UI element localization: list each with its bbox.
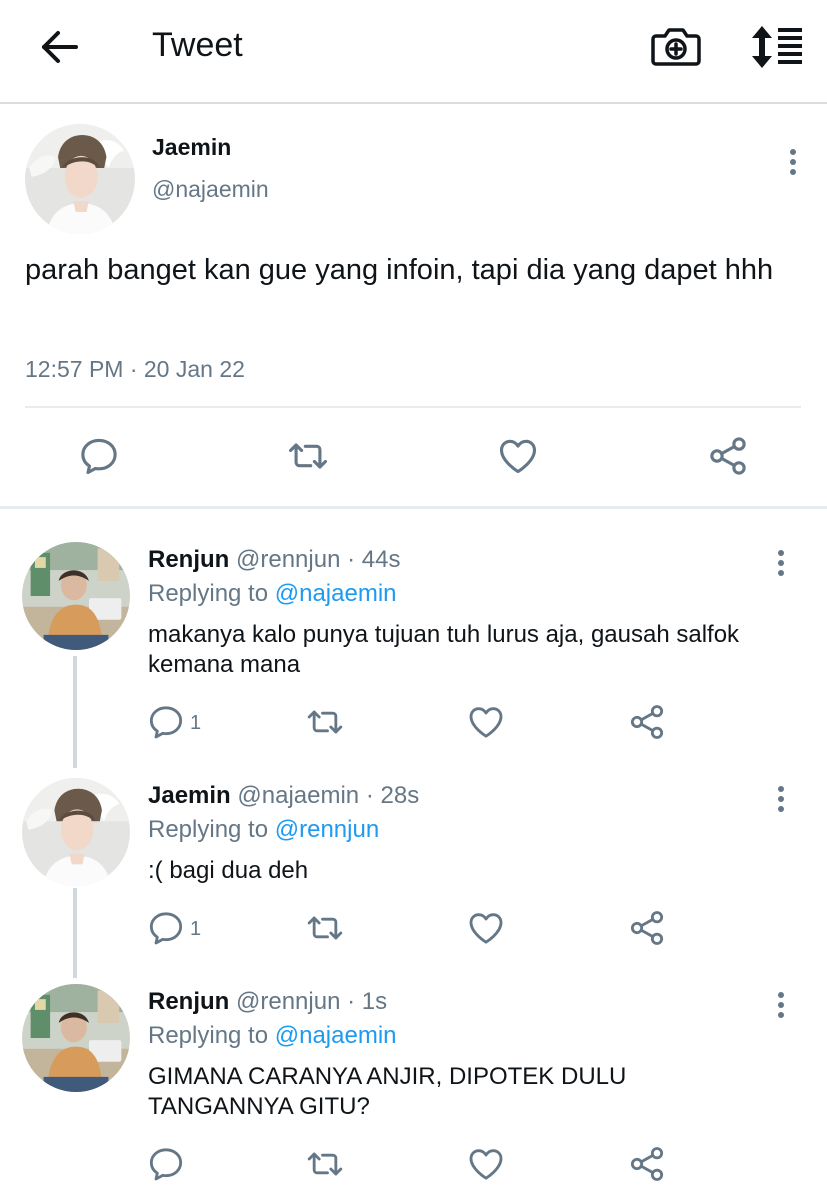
retweet-icon [305, 908, 345, 948]
divider [25, 406, 801, 408]
more-vertical-icon [768, 142, 798, 182]
share-button[interactable] [627, 702, 667, 742]
like-icon [466, 1144, 506, 1184]
author-name[interactable]: Renjun [148, 988, 229, 1015]
share-icon [627, 908, 667, 948]
retweet-button[interactable] [305, 908, 345, 948]
section-divider [0, 506, 827, 509]
author-handle[interactable]: @najaemin [237, 782, 359, 809]
like-icon [496, 434, 540, 478]
profile-photo [22, 984, 130, 1092]
like-icon [466, 908, 506, 948]
tweet-text: parah banget kan gue yang infoin, tapi d… [25, 254, 774, 286]
reply-button[interactable] [77, 434, 121, 478]
reply-header: Jaemin @najaemin · 28s [148, 782, 419, 810]
page-title: Tweet [152, 26, 243, 64]
more-vertical-icon [756, 988, 786, 1022]
reply-button[interactable] [146, 908, 186, 948]
reply-text: :( bagi dua deh [148, 857, 309, 884]
like-button[interactable] [466, 702, 506, 742]
more-options-button[interactable] [768, 142, 798, 182]
share-button[interactable] [627, 1144, 667, 1184]
like-button[interactable] [496, 434, 540, 478]
avatar[interactable] [22, 984, 130, 1092]
profile-photo [22, 542, 130, 650]
like-button[interactable] [466, 908, 506, 948]
mention-link[interactable]: @najaemin [275, 1022, 397, 1049]
like-button[interactable] [466, 1144, 506, 1184]
reply-time: 1s [361, 988, 388, 1015]
reply-tweet[interactable]: Jaemin @najaemin · 28s Replying to @renn… [0, 778, 827, 978]
reply-button[interactable] [146, 1144, 186, 1184]
avatar[interactable] [22, 542, 130, 650]
replying-label: Replying to [148, 580, 269, 607]
share-button[interactable] [706, 434, 750, 478]
reply-icon [146, 702, 186, 742]
reply-tweet[interactable]: Renjun @rennjun · 1s Replying to @najaem… [0, 984, 827, 1200]
reply-count: 1 [190, 918, 202, 940]
retweet-button[interactable] [305, 702, 345, 742]
top-bar: Tweet [0, 0, 827, 104]
author-name[interactable]: Jaemin [152, 134, 231, 161]
reply-icon [146, 908, 186, 948]
share-icon [706, 434, 750, 478]
reply-icon [77, 434, 121, 478]
retweet-button[interactable] [286, 434, 330, 478]
more-options-button[interactable] [756, 782, 786, 822]
author-handle[interactable]: @rennjun [236, 546, 340, 573]
retweet-icon [286, 434, 330, 478]
replying-label: Replying to [148, 1022, 269, 1049]
reply-header: Renjun @rennjun · 1s [148, 988, 387, 1016]
main-tweet: Jaemin @najaemin parah banget kan gue ya… [0, 106, 827, 506]
reply-text: GIMANA CARANYA ANJIR, DIPOTEK DULU TANGA… [148, 1063, 627, 1120]
dot-separator: · [347, 988, 356, 1015]
profile-photo [22, 778, 130, 886]
reply-text: makanya kalo punya tujuan tuh lurus aja,… [148, 621, 740, 678]
more-vertical-icon [756, 782, 786, 816]
author-handle[interactable]: @najaemin [152, 176, 269, 203]
share-icon [627, 702, 667, 742]
replying-to: Replying to @rennjun [148, 816, 379, 844]
mention-link[interactable]: @rennjun [275, 816, 379, 843]
reply-time: 44s [361, 546, 401, 573]
avatar[interactable] [25, 124, 135, 234]
dot-separator: · [365, 782, 374, 809]
replying-to: Replying to @najaemin [148, 580, 397, 608]
reply-header: Renjun @rennjun · 44s [148, 546, 400, 574]
like-icon [466, 702, 506, 742]
retweet-icon [305, 702, 345, 742]
more-options-button[interactable] [756, 988, 786, 1028]
sort-button[interactable] [748, 22, 806, 72]
more-vertical-icon [756, 546, 786, 580]
author-handle[interactable]: @rennjun [236, 988, 340, 1015]
arrow-left-icon [42, 31, 78, 63]
author-name[interactable]: Jaemin [148, 782, 231, 809]
reply-icon [146, 1144, 186, 1184]
sort-lines-icon [752, 26, 802, 68]
tweet-timestamp[interactable]: 12:57 PM · 20 Jan 22 [25, 356, 245, 383]
camera-button[interactable] [648, 22, 704, 72]
reply-count: 1 [190, 712, 202, 734]
mention-link[interactable]: @najaemin [275, 580, 397, 607]
camera-plus-icon [651, 28, 701, 66]
reply-time: 28s [380, 782, 420, 809]
reply-button[interactable] [146, 702, 186, 742]
replying-to: Replying to @najaemin [148, 1022, 397, 1050]
author-name[interactable]: Renjun [148, 546, 229, 573]
reply-tweet[interactable]: Renjun @rennjun · 44s Replying to @najae… [0, 542, 827, 762]
more-options-button[interactable] [756, 546, 786, 586]
dot-separator: · [347, 546, 356, 573]
back-button[interactable] [34, 24, 84, 70]
avatar[interactable] [22, 778, 130, 886]
profile-photo [25, 124, 135, 234]
retweet-button[interactable] [305, 1144, 345, 1184]
retweet-icon [305, 1144, 345, 1184]
share-button[interactable] [627, 908, 667, 948]
replying-label: Replying to [148, 816, 269, 843]
share-icon [627, 1144, 667, 1184]
